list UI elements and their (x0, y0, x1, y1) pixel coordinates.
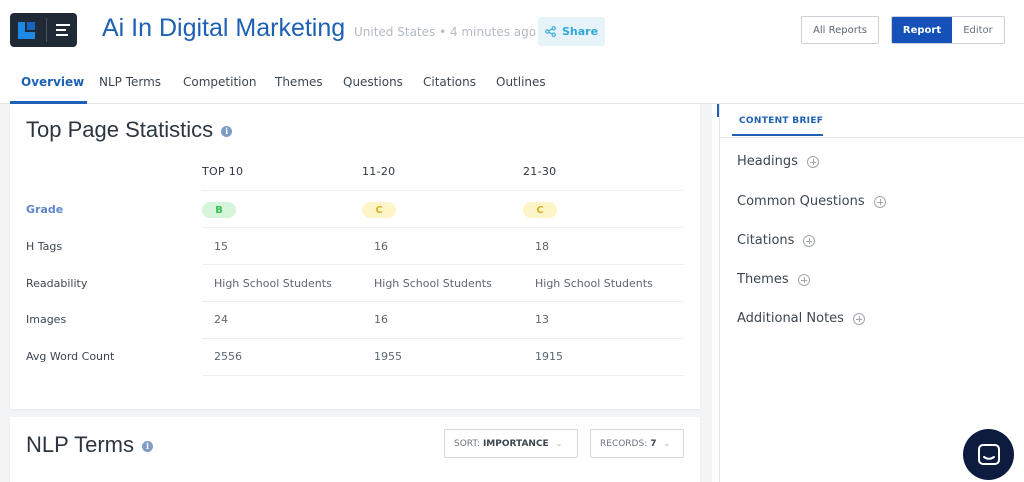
tab-bar: Overview NLP Terms Competition Themes Qu… (0, 62, 1024, 104)
active-tab-indicator (732, 134, 823, 136)
logo-divider (46, 18, 47, 42)
chevron-down-icon: ⌄ (555, 439, 563, 448)
tab-content-brief[interactable]: CONTENT BRIEF (739, 116, 823, 126)
sort-prefix: SORT: (454, 438, 480, 449)
row-divider (202, 338, 684, 339)
sort-dropdown[interactable]: SORT: IMPORTANCE ⌄ (444, 429, 578, 458)
brief-item-common-questions[interactable]: Common Questions (737, 194, 886, 209)
report-toggle-button[interactable]: Report (892, 17, 952, 43)
row-divider (202, 375, 684, 376)
info-icon[interactable]: i (221, 125, 233, 137)
plus-circle-icon[interactable] (797, 273, 810, 286)
table-cell: 24 (214, 313, 228, 326)
stats-section-title: Top Page Statistics i (26, 117, 233, 143)
brief-item-label: Additional Notes (737, 311, 844, 326)
tab-outlines[interactable]: Outlines (496, 75, 546, 89)
brief-item-additional-notes[interactable]: Additional Notes (737, 311, 865, 326)
row-divider (202, 264, 684, 265)
grade-badge-top10: B (202, 202, 236, 218)
records-prefix: RECORDS: (600, 438, 648, 449)
divider (720, 137, 1024, 138)
nlp-section-title: NLP Terms i (26, 432, 154, 458)
table-cell: 2556 (214, 350, 242, 363)
header: Ai In Digital Marketing United States • … (0, 0, 1024, 62)
chat-launcher-button[interactable] (963, 429, 1014, 480)
table-cell: High School Students (535, 277, 653, 290)
plus-circle-icon[interactable] (806, 155, 819, 168)
top-page-statistics-card: Top Page Statistics i TOP 10 11-20 21-30 … (10, 104, 700, 409)
brief-item-label: Citations (737, 233, 795, 248)
view-toggle: Report Editor (891, 16, 1005, 44)
tab-overview[interactable]: Overview (21, 75, 84, 89)
tab-themes[interactable]: Themes (275, 75, 323, 89)
row-divider (202, 227, 684, 228)
editor-toggle-button[interactable]: Editor (952, 17, 1004, 43)
share-icon (545, 26, 556, 37)
table-cell: 1955 (374, 350, 402, 363)
plus-circle-icon[interactable] (873, 195, 886, 208)
column-header-top10: TOP 10 (202, 165, 244, 178)
share-label: Share (561, 25, 599, 38)
brief-item-label: Themes (737, 272, 789, 287)
row-label-images: Images (26, 313, 67, 326)
content-brief-panel: CONTENT BRIEF Headings Common Questions … (719, 104, 1024, 482)
menu-icon[interactable] (56, 24, 70, 36)
chevron-down-icon: ⌄ (663, 439, 671, 448)
info-icon[interactable]: i (142, 440, 154, 452)
app-logo-icon (18, 22, 35, 39)
records-dropdown[interactable]: RECORDS: 7 ⌄ (590, 429, 684, 458)
tab-competition[interactable]: Competition (183, 75, 256, 89)
table-cell: 18 (535, 240, 549, 253)
row-divider (202, 190, 684, 191)
row-divider (202, 301, 684, 302)
row-label-avg-word-count: Avg Word Count (26, 350, 115, 363)
tab-citations[interactable]: Citations (423, 75, 476, 89)
table-cell: 16 (374, 240, 388, 253)
column-header-11-20: 11-20 (362, 165, 396, 178)
brief-item-themes[interactable]: Themes (737, 272, 810, 287)
table-cell: 15 (214, 240, 228, 253)
nlp-title-text: NLP Terms (26, 432, 135, 457)
plus-circle-icon[interactable] (803, 234, 816, 247)
row-label-readability: Readability (26, 277, 88, 290)
table-cell: 1915 (535, 350, 563, 363)
row-label-grade: Grade (26, 203, 64, 216)
brief-item-citations[interactable]: Citations (737, 233, 816, 248)
grade-badge-11-20: C (362, 202, 396, 218)
page-meta: United States • 4 minutes ago (354, 25, 537, 39)
chat-icon (977, 443, 1000, 465)
main-content[interactable]: Top Page Statistics i TOP 10 11-20 21-30 … (0, 104, 712, 482)
brief-item-headings[interactable]: Headings (737, 154, 819, 169)
brief-item-label: Headings (737, 154, 798, 169)
tab-questions[interactable]: Questions (343, 75, 403, 89)
records-value: 7 (650, 438, 657, 449)
table-cell: High School Students (374, 277, 492, 290)
plus-circle-icon[interactable] (852, 312, 865, 325)
page-title: Ai In Digital Marketing (102, 14, 346, 42)
column-header-21-30: 21-30 (523, 165, 557, 178)
table-cell: High School Students (214, 277, 332, 290)
app-logo-button[interactable] (10, 13, 77, 47)
all-reports-button[interactable]: All Reports (801, 16, 879, 44)
nlp-terms-card: NLP Terms i SORT: IMPORTANCE ⌄ RECORDS: 7 ⌄ (10, 417, 700, 482)
tab-nlp-terms[interactable]: NLP Terms (99, 75, 161, 89)
stats-title-text: Top Page Statistics (26, 117, 214, 142)
share-button[interactable]: Share (538, 17, 605, 46)
sort-value: IMPORTANCE (482, 438, 549, 449)
table-cell: 16 (374, 313, 388, 326)
row-label-h-tags: H Tags (26, 240, 63, 253)
table-cell: 13 (535, 313, 549, 326)
brief-item-label: Common Questions (737, 194, 865, 209)
grade-badge-21-30: C (523, 202, 557, 218)
